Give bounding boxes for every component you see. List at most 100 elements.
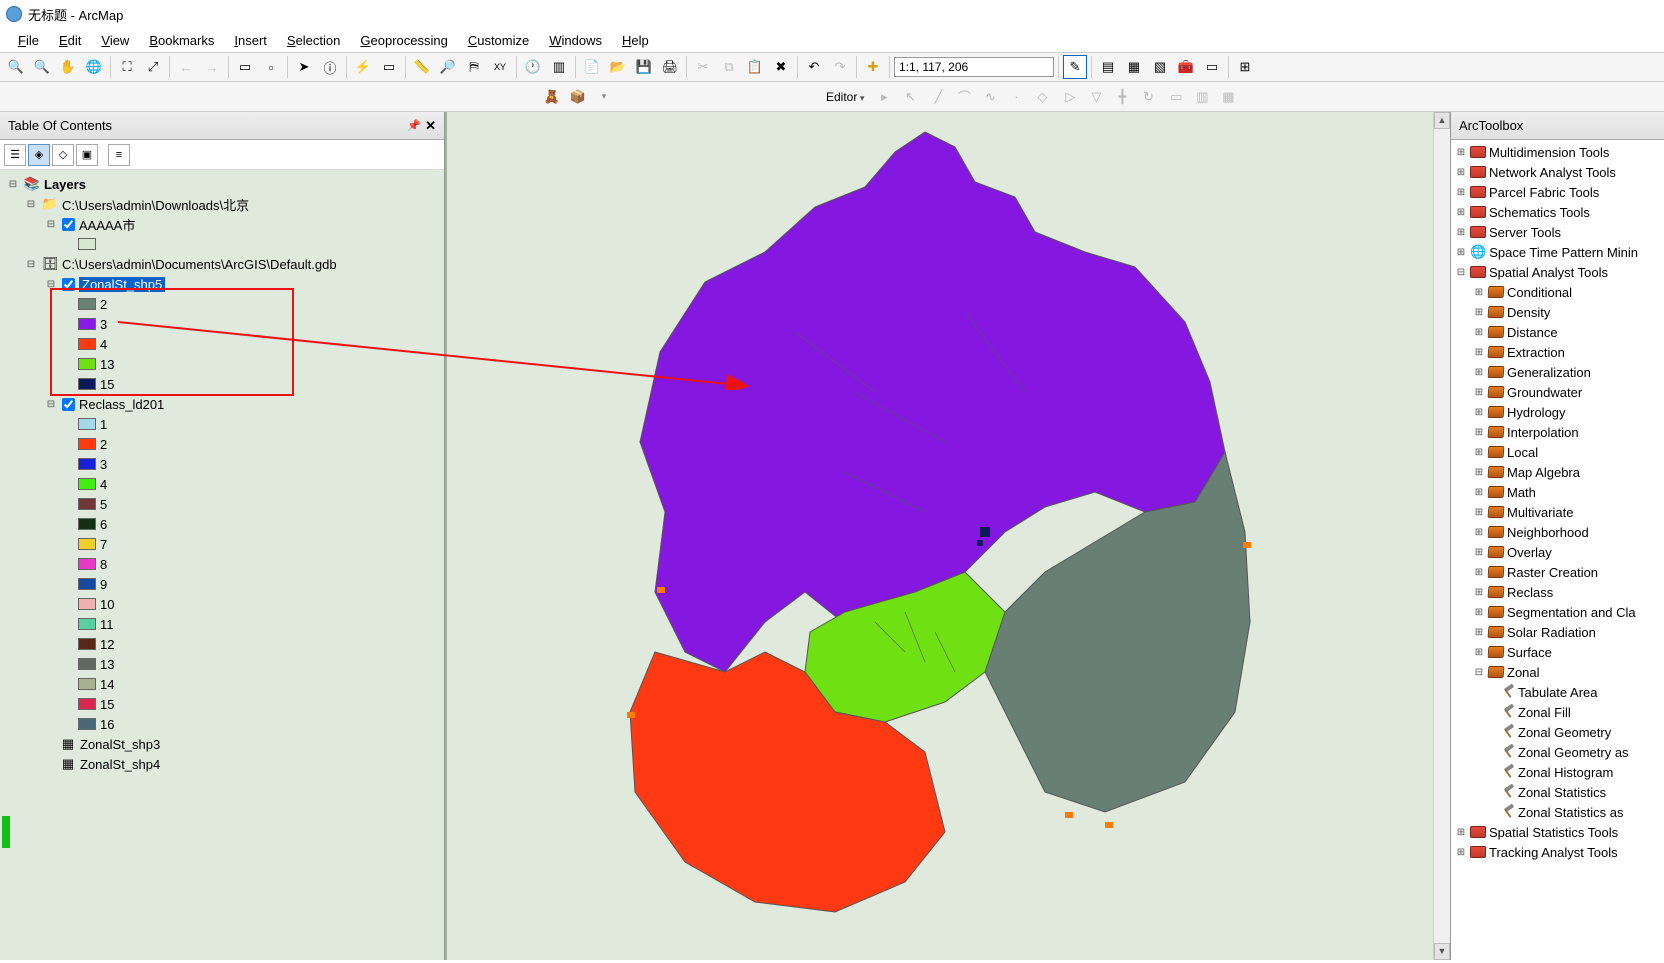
symbol-swatch[interactable] — [78, 598, 96, 610]
pin-icon[interactable]: 📌 — [407, 119, 421, 132]
tool-name[interactable]: Zonal Statistics as — [1518, 805, 1624, 820]
collapse-icon[interactable]: ⊟ — [24, 199, 38, 210]
toolbox-name[interactable]: Multidimension Tools — [1489, 145, 1609, 160]
undo-icon[interactable]: ↶ — [802, 55, 826, 79]
cut-poly-icon[interactable]: ▷ — [1058, 85, 1082, 109]
georef-icon[interactable]: 🧸 — [540, 85, 564, 109]
collapse-icon[interactable]: ⊟ — [6, 179, 20, 190]
editor-dropdown[interactable]: Editor — [820, 90, 870, 104]
toolset-name[interactable]: Segmentation and Cla — [1507, 605, 1636, 620]
list-by-selection-icon[interactable]: ▣ — [76, 144, 98, 166]
gdb-path[interactable]: C:\Users\admin\Documents\ArcGIS\Default.… — [62, 257, 337, 272]
expand-icon[interactable]: ⊞ — [1473, 547, 1485, 558]
time-slider-icon[interactable]: 🕐 — [521, 55, 545, 79]
reshape-icon[interactable]: ▽ — [1084, 85, 1108, 109]
tool-name[interactable]: Zonal Geometry — [1518, 725, 1611, 740]
toolset-name[interactable]: Interpolation — [1507, 425, 1579, 440]
toolset-name[interactable]: Conditional — [1507, 285, 1572, 300]
toolbox-name[interactable]: Server Tools — [1489, 225, 1561, 240]
toc-tree[interactable]: ⊟ 📚 Layers ⊟ 📁 C:\Users\admin\Downloads\… — [0, 170, 444, 960]
symbol-swatch[interactable] — [78, 418, 96, 430]
tool-name[interactable]: Zonal Histogram — [1518, 765, 1613, 780]
expand-icon[interactable]: ⊞ — [1455, 207, 1467, 218]
layer-checkbox[interactable] — [62, 218, 75, 231]
menu-windows[interactable]: Windows — [539, 31, 612, 50]
menu-file[interactable]: File — [8, 31, 49, 50]
collapse-icon[interactable]: ⊟ — [44, 219, 58, 230]
symbol-swatch[interactable] — [78, 638, 96, 650]
symbol-swatch[interactable] — [78, 458, 96, 470]
expand-icon[interactable]: ⊞ — [1473, 347, 1485, 358]
expand-icon[interactable]: ⊞ — [1455, 247, 1467, 258]
expand-icon[interactable]: ⊞ — [1455, 827, 1467, 838]
collapse-icon[interactable]: ⊟ — [1473, 667, 1485, 678]
map-canvas[interactable] — [445, 112, 1433, 960]
symbol-swatch[interactable] — [78, 718, 96, 730]
redo-icon[interactable]: ↷ — [828, 55, 852, 79]
fixed-zoom-icon[interactable]: ⤢ — [141, 55, 165, 79]
toolset-name[interactable]: Hydrology — [1507, 405, 1566, 420]
expand-icon[interactable]: ⊞ — [1473, 627, 1485, 638]
expand-icon[interactable]: ⊞ — [1473, 287, 1485, 298]
toolbox-name[interactable]: Network Analyst Tools — [1489, 165, 1616, 180]
select-features-icon[interactable]: ▭ — [233, 55, 257, 79]
print-icon[interactable]: 🖨 — [658, 55, 682, 79]
expand-icon[interactable]: ⊞ — [1473, 467, 1485, 478]
new-icon[interactable]: 📄 — [580, 55, 604, 79]
clear-selection-icon[interactable]: ▫ — [259, 55, 283, 79]
symbol-swatch[interactable] — [78, 518, 96, 530]
toc-icon[interactable]: ▤ — [1096, 55, 1120, 79]
back-icon[interactable]: ← — [174, 55, 198, 79]
model-builder-icon[interactable]: ⊞ — [1233, 55, 1257, 79]
menu-selection[interactable]: Selection — [277, 31, 350, 50]
save-icon[interactable]: 💾 — [632, 55, 656, 79]
symbol-swatch[interactable] — [78, 378, 96, 390]
layer-name[interactable]: AAAAA市 — [79, 215, 135, 234]
goto-xy-icon[interactable]: XY — [488, 55, 512, 79]
options-icon[interactable]: ≡ — [108, 144, 130, 166]
toolset-name[interactable]: Generalization — [1507, 365, 1591, 380]
pan-icon[interactable]: ✋ — [56, 55, 80, 79]
expand-icon[interactable]: ⊞ — [1473, 647, 1485, 658]
expand-icon[interactable]: ⊞ — [1455, 147, 1467, 158]
symbol-swatch[interactable] — [78, 618, 96, 630]
toolset-name[interactable]: Zonal — [1507, 665, 1540, 680]
toolset-name[interactable]: Neighborhood — [1507, 525, 1589, 540]
tool-name[interactable]: Zonal Statistics — [1518, 785, 1606, 800]
symbol-swatch[interactable] — [78, 658, 96, 670]
menu-customize[interactable]: Customize — [458, 31, 539, 50]
expand-icon[interactable]: ⊞ — [1455, 847, 1467, 858]
menu-insert[interactable]: Insert — [224, 31, 277, 50]
edit-tool2-icon[interactable]: ↖ — [898, 85, 922, 109]
toolset-name[interactable]: Density — [1507, 305, 1550, 320]
create-features-icon[interactable]: ▦ — [1216, 85, 1240, 109]
list-by-drawing-icon[interactable]: ☰ — [4, 144, 26, 166]
edit-vertices-icon[interactable]: ◇ — [1030, 85, 1054, 109]
toolbox-name[interactable]: Spatial Statistics Tools — [1489, 825, 1618, 840]
collapse-icon[interactable]: ⊟ — [44, 279, 58, 290]
symbol-swatch[interactable] — [78, 538, 96, 550]
arctoolbox-icon[interactable]: 🧰 — [1174, 55, 1198, 79]
toolbox-name[interactable]: Parcel Fabric Tools — [1489, 185, 1599, 200]
symbol-swatch[interactable] — [78, 338, 96, 350]
expand-icon[interactable]: ⊞ — [1473, 487, 1485, 498]
georef2-icon[interactable]: 📦 — [566, 85, 590, 109]
point-icon[interactable]: · — [1004, 85, 1028, 109]
toolset-name[interactable]: Distance — [1507, 325, 1558, 340]
layers-label[interactable]: Layers — [44, 177, 86, 192]
measure-icon[interactable]: 📏 — [410, 55, 434, 79]
close-icon[interactable]: ✕ — [425, 118, 436, 134]
python-icon[interactable]: ▭ — [1200, 55, 1224, 79]
symbol-swatch[interactable] — [78, 298, 96, 310]
search-window-icon[interactable]: ▧ — [1148, 55, 1172, 79]
expand-icon[interactable]: ⊞ — [1455, 167, 1467, 178]
expand-icon[interactable]: ⊞ — [1473, 327, 1485, 338]
add-data-icon[interactable]: ✚ — [861, 55, 885, 79]
arc-icon[interactable]: ⌒ — [952, 85, 976, 109]
table-name[interactable]: ZonalSt_shp4 — [80, 757, 160, 772]
delete-icon[interactable]: ✖ — [769, 55, 793, 79]
symbol-swatch[interactable] — [78, 238, 96, 250]
expand-icon[interactable]: ⊞ — [1455, 187, 1467, 198]
toolbox-name[interactable]: Spatial Analyst Tools — [1489, 265, 1608, 280]
editor-toolbar-icon[interactable]: ✎ — [1063, 55, 1087, 79]
